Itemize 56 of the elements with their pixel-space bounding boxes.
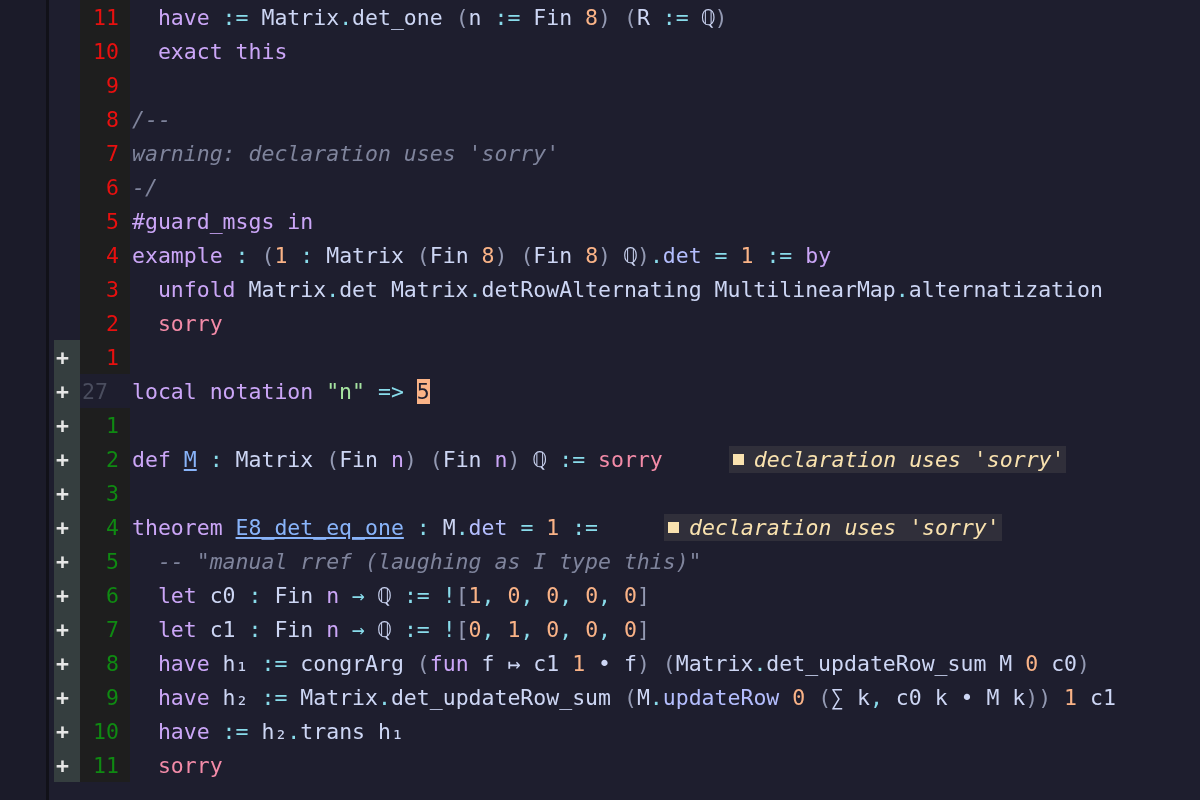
code-line: #guard_msgs in	[131, 208, 314, 234]
line-number: 8	[106, 650, 119, 676]
line-number: 3	[106, 276, 119, 302]
line-number: 11	[93, 752, 119, 778]
line-number: 1	[106, 344, 119, 370]
code-line: example : (1 : Matrix (Fin 8) (Fin 8) ℚ).det = 1 := by	[131, 242, 832, 268]
line-number: 10	[93, 718, 119, 744]
diff-marker: +	[56, 446, 69, 472]
diagnostic-message: declaration uses 'sorry'	[664, 513, 1002, 541]
line-number: 9	[106, 72, 119, 98]
code-line: sorry	[156, 310, 223, 336]
code-line: local notation "n" => 5	[131, 378, 430, 404]
code-line: have := Matrix.det_one (n := Fin 8) (R := ℚ)	[156, 4, 728, 30]
line-number: 1	[106, 412, 119, 438]
line-number: 3	[106, 480, 119, 506]
line-number: 11	[93, 4, 119, 30]
diff-marker: +	[56, 752, 69, 778]
code-line: -- "manual rref (laughing as I type this)"	[156, 548, 702, 574]
line-number: 8	[106, 106, 119, 132]
line-number: 2	[106, 310, 119, 336]
diff-marker: +	[56, 412, 69, 438]
code-line: theorem E8_det_eq_one : M.det = 1 :=	[131, 514, 599, 540]
code-line: let c1 : Fin n → ℚ := ![0, 1, 0, 0, 0]	[156, 616, 650, 642]
line-number: 6	[106, 582, 119, 608]
diff-marker: +	[56, 582, 69, 608]
line-number: 5	[106, 548, 119, 574]
diff-marker: +	[56, 548, 69, 574]
line-number: 6	[106, 174, 119, 200]
diff-marker: +	[56, 378, 69, 404]
diff-marker: +	[56, 684, 69, 710]
code-line: have h₂ := Matrix.det_updateRow_sum (M.updateRow 0 (∑ k, c0 k • M k)) 1 c1	[156, 684, 1116, 710]
line-number: 5	[106, 208, 119, 234]
code-line: -/	[131, 174, 158, 200]
code-line: let c0 : Fin n → ℚ := ![1, 0, 0, 0, 0]	[156, 582, 650, 608]
code-line: warning: declaration uses 'sorry'	[131, 140, 560, 166]
diagnostic-message: declaration uses 'sorry'	[728, 445, 1067, 473]
line-number: 10	[93, 38, 119, 64]
line-number: 7	[106, 616, 119, 642]
diff-marker: +	[56, 718, 69, 744]
code-line: have := h₂.trans h₁	[156, 718, 404, 744]
diff-marker: +	[56, 514, 69, 540]
code-line: sorry	[156, 752, 223, 778]
diff-marker: +	[56, 344, 69, 370]
code-line: /--	[131, 106, 171, 132]
code-line: unfold Matrix.det Matrix.detRowAlternating MultilinearMap.alternatization	[156, 276, 1103, 302]
line-number: 4	[106, 242, 119, 268]
line-number: 9	[106, 684, 119, 710]
line-number: 2	[106, 446, 119, 472]
diff-marker: +	[56, 480, 69, 506]
line-number: 4	[106, 514, 119, 540]
diff-marker: +	[56, 616, 69, 642]
code-line: def M : Matrix (Fin n) (Fin n) ℚ := sorry	[131, 446, 663, 472]
diff-marker: +	[56, 650, 69, 676]
line-number: 7	[106, 140, 119, 166]
code-line: exact this	[156, 38, 288, 64]
code-line: have h₁ := congrArg (fun f ↦ c1 1 • f) (Matrix.det_updateRow_sum M 0 c0)	[156, 650, 1090, 676]
